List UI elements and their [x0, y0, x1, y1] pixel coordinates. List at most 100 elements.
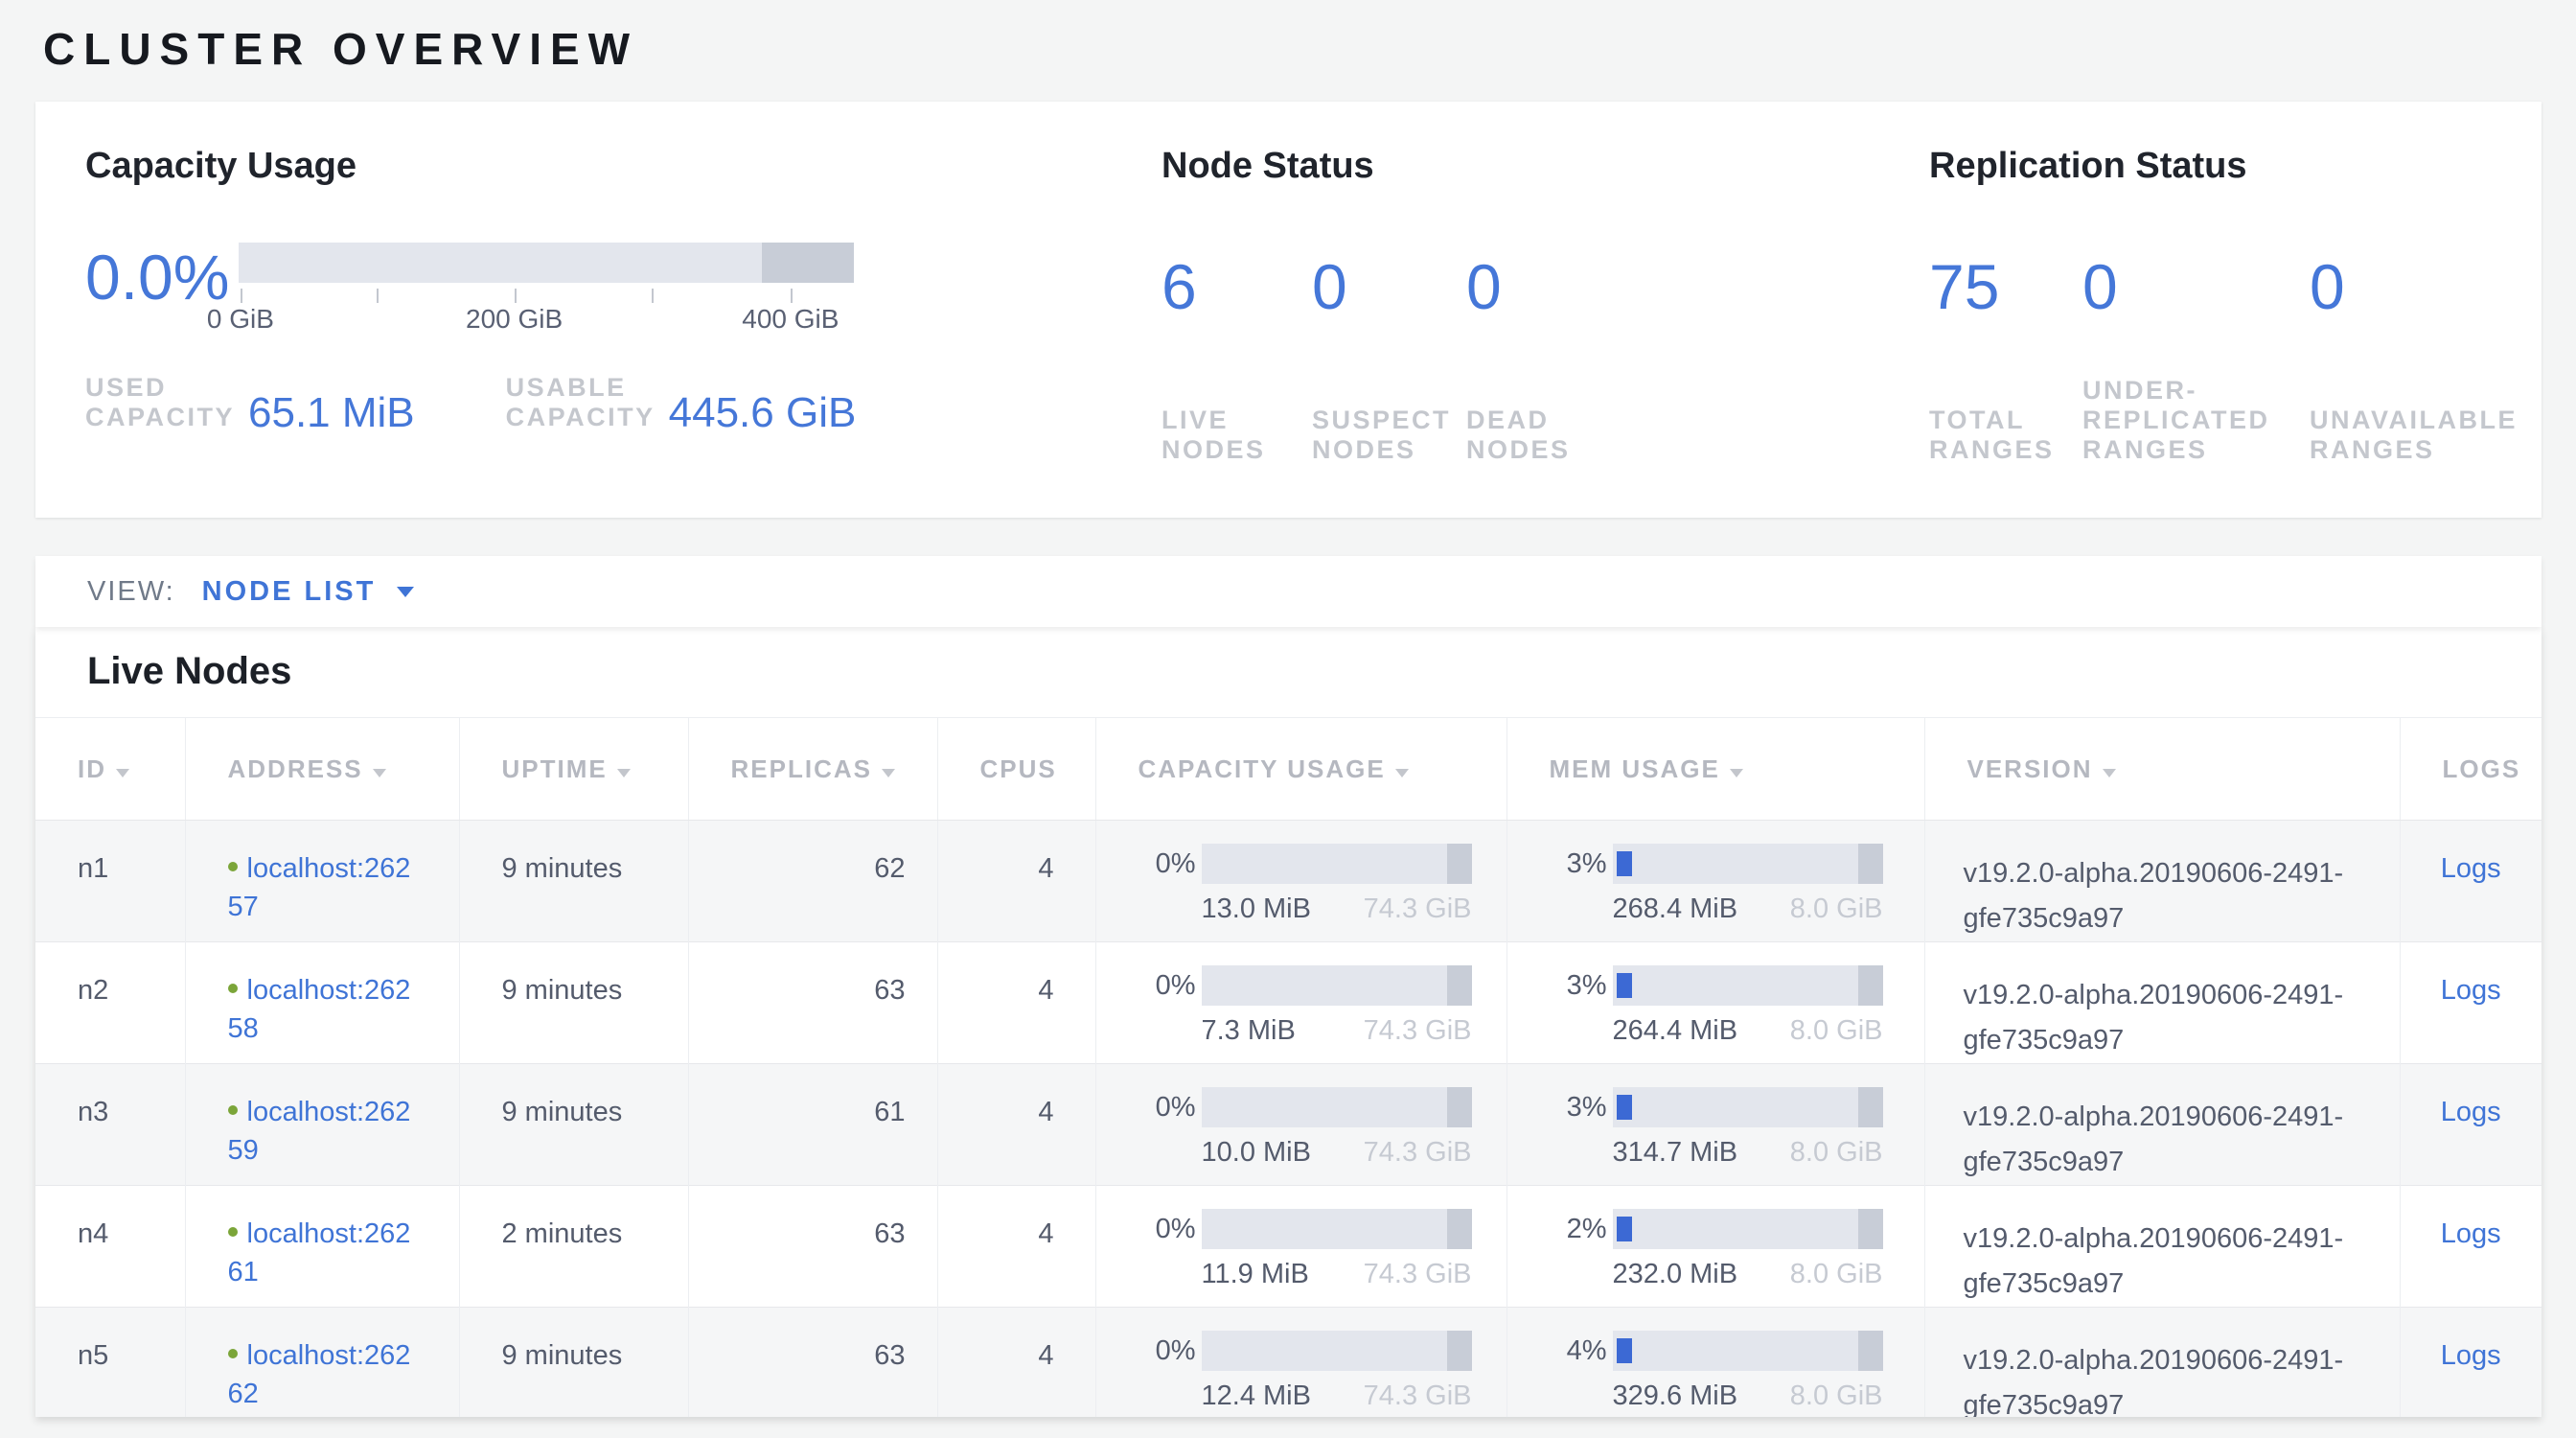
table-row: n4 localhost:26261 2 minutes 63 4 0% 11.…	[35, 1186, 2542, 1308]
node-address-link[interactable]: localhost:26258	[228, 975, 411, 1044]
under-replicated-ranges-label: UNDER-REPLICATED RANGES	[2082, 376, 2288, 465]
total-ranges-label: TOTAL RANGES	[1929, 406, 2082, 465]
column-header-logs: LOGS	[2400, 718, 2542, 821]
node-address-link[interactable]: localhost:26261	[228, 1218, 411, 1287]
replication-status-section: Replication Status 75 TOTAL RANGES 0 UND…	[1929, 146, 2542, 518]
mem-bar	[1613, 1331, 1883, 1371]
replicas-cell: 63	[688, 1308, 937, 1418]
axis-label-0gib: 0 GiB	[207, 304, 274, 335]
version-cell: v19.2.0-alpha.20190606-2491-gfe735c9a97	[1924, 821, 2400, 942]
capacity-axis-labels: 0 GiB 200 GiB 400 GiB	[239, 304, 854, 335]
logs-cell: Logs	[2400, 1064, 2542, 1186]
uptime-cell: 9 minutes	[459, 821, 688, 942]
capacity-usage-cell: 0% 10.0 MiB74.3 GiB	[1095, 1064, 1506, 1186]
table-row: n2 localhost:26258 9 minutes 63 4 0% 7.3…	[35, 942, 2542, 1064]
mem-usage-meter: 3%	[1507, 1087, 1924, 1127]
under-replicated-ranges-stat: 0 UNDER-REPLICATED RANGES	[2082, 248, 2310, 465]
mem-usage-cell: 3% 268.4 MiB8.0 GiB	[1506, 821, 1924, 942]
version-cell: v19.2.0-alpha.20190606-2491-gfe735c9a97	[1924, 1308, 2400, 1418]
logs-cell: Logs	[2400, 942, 2542, 1064]
node-id-cell: n3	[35, 1064, 185, 1186]
axis-label-200gib: 200 GiB	[466, 304, 563, 335]
column-header-uptime[interactable]: UPTIME	[459, 718, 688, 821]
live-status-dot-icon	[228, 1105, 238, 1115]
node-address-cell: localhost:26261	[185, 1186, 459, 1308]
logs-cell: Logs	[2400, 1308, 2542, 1418]
node-address-link[interactable]: localhost:26259	[228, 1097, 411, 1166]
column-header-address[interactable]: ADDRESS	[185, 718, 459, 821]
capacity-usage-cell: 0% 12.4 MiB74.3 GiB	[1095, 1308, 1506, 1418]
node-id-cell: n1	[35, 821, 185, 942]
capacity-usage-meter: 0%	[1096, 1209, 1506, 1249]
live-nodes-stat: 6 LIVE NODES	[1162, 248, 1312, 465]
sort-caret-icon	[1395, 769, 1409, 777]
unavailable-ranges-label: UNAVAILABLE RANGES	[2310, 406, 2540, 465]
mem-bar	[1613, 965, 1883, 1006]
node-address-link[interactable]: localhost:26262	[228, 1340, 411, 1409]
node-address-cell: localhost:26257	[185, 821, 459, 942]
table-row: n5 localhost:26262 9 minutes 63 4 0% 12.…	[35, 1308, 2542, 1418]
sort-caret-icon	[373, 769, 386, 777]
live-nodes-card: Live Nodes ID ADDRESS UPTIME REPLICAS CP…	[35, 627, 2542, 1417]
sort-caret-icon	[1730, 769, 1743, 777]
usable-capacity-value: 445.6 GiB	[669, 394, 857, 432]
cpus-cell: 4	[937, 821, 1095, 942]
cluster-overview-page: CLUSTER OVERVIEW Capacity Usage 0.0%	[35, 23, 2542, 1417]
logs-link[interactable]: Logs	[2441, 1340, 2501, 1371]
capacity-bar	[1202, 844, 1472, 884]
sort-caret-icon	[617, 769, 631, 777]
logs-link[interactable]: Logs	[2441, 1097, 2501, 1127]
table-row: n3 localhost:26259 9 minutes 61 4 0% 10.…	[35, 1064, 2542, 1186]
used-capacity-value: 65.1 MiB	[248, 394, 415, 432]
capacity-bar	[1202, 1087, 1472, 1127]
column-header-version[interactable]: VERSION	[1924, 718, 2400, 821]
mem-usage-meter: 3%	[1507, 844, 1924, 884]
dead-nodes-stat: 0 DEAD NODES	[1466, 248, 1929, 465]
column-header-id[interactable]: ID	[35, 718, 185, 821]
node-address-link[interactable]: localhost:26257	[228, 853, 411, 922]
uptime-cell: 9 minutes	[459, 942, 688, 1064]
capacity-usage-title: Capacity Usage	[85, 146, 1162, 187]
used-capacity-stat: USED CAPACITY 65.1 MiB	[85, 373, 415, 432]
logs-cell: Logs	[2400, 821, 2542, 942]
capacity-bar	[1202, 1209, 1472, 1249]
page-title: CLUSTER OVERVIEW	[43, 23, 2542, 75]
node-id-cell: n5	[35, 1308, 185, 1418]
column-header-replicas[interactable]: REPLICAS	[688, 718, 937, 821]
capacity-usage-cell: 0% 7.3 MiB74.3 GiB	[1095, 942, 1506, 1064]
usable-capacity-stat: USABLE CAPACITY 445.6 GiB	[506, 373, 857, 432]
mem-usage-cell: 3% 314.7 MiB8.0 GiB	[1506, 1064, 1924, 1186]
live-status-dot-icon	[228, 862, 238, 871]
column-header-mem-usage[interactable]: MEM USAGE	[1506, 718, 1924, 821]
view-bar: VIEW: NODE LIST	[35, 556, 2542, 627]
mem-usage-meter: 2%	[1507, 1209, 1924, 1249]
suspect-nodes-stat: 0 SUSPECT NODES	[1312, 248, 1466, 465]
node-status-stats: 6 LIVE NODES 0 SUSPECT NODES 0 DEAD NODE…	[1162, 248, 1929, 465]
live-status-dot-icon	[228, 984, 238, 993]
chevron-down-icon	[397, 587, 414, 597]
node-address-cell: localhost:26259	[185, 1064, 459, 1186]
capacity-usage-section: Capacity Usage 0.0% 0 GiB	[85, 146, 1162, 518]
replication-status-title: Replication Status	[1929, 146, 2542, 187]
axis-label-400gib: 400 GiB	[742, 304, 839, 335]
replicas-cell: 63	[688, 942, 937, 1064]
cpus-cell: 4	[937, 1186, 1095, 1308]
column-header-cpus: CPUS	[937, 718, 1095, 821]
dead-nodes-value: 0	[1466, 248, 1929, 325]
logs-link[interactable]: Logs	[2441, 975, 2501, 1006]
live-nodes-value: 6	[1162, 248, 1312, 325]
capacity-usage-meter: 0%	[1096, 844, 1506, 884]
node-status-section: Node Status 6 LIVE NODES 0 SUSPECT NODES…	[1162, 146, 1929, 518]
cpus-cell: 4	[937, 1308, 1095, 1418]
logs-link[interactable]: Logs	[2441, 853, 2501, 884]
table-header-row: ID ADDRESS UPTIME REPLICAS CPUS CAPACITY…	[35, 718, 2542, 821]
view-dropdown[interactable]: NODE LIST	[202, 576, 415, 608]
replicas-cell: 62	[688, 821, 937, 942]
uptime-cell: 9 minutes	[459, 1064, 688, 1186]
dead-nodes-label: DEAD NODES	[1466, 406, 1658, 465]
capacity-bar-track	[239, 243, 854, 283]
column-header-capacity-usage[interactable]: CAPACITY USAGE	[1095, 718, 1506, 821]
mem-bar	[1613, 844, 1883, 884]
logs-link[interactable]: Logs	[2441, 1218, 2501, 1249]
capacity-usage-meter: 0%	[1096, 965, 1506, 1006]
